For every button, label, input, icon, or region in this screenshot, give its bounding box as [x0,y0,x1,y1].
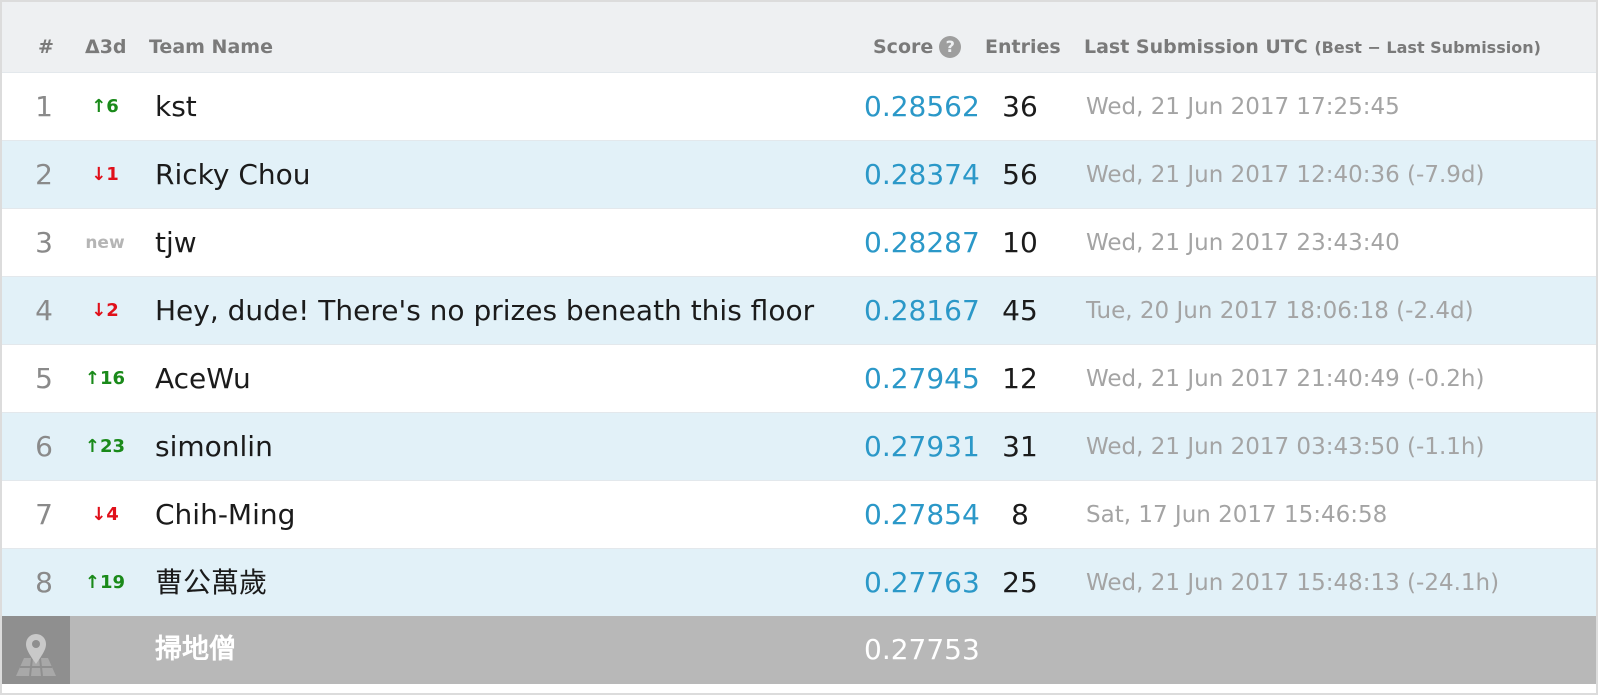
team-name-link[interactable]: Hey, dude! There's no prizes beneath thi… [155,277,814,345]
rank-cell: 8 [35,566,53,599]
table-row[interactable]: 4 ↓2 Hey, dude! There's no prizes beneat… [2,276,1596,344]
map-pin-icon [2,616,70,684]
entries-cell: 36 [1002,90,1038,123]
score-column-header[interactable]: Score ? [873,36,962,58]
threshold-score: 0.27753 [864,633,980,666]
entries-cell: 45 [1002,294,1038,327]
table-row[interactable]: 6 ↑23 simonlin 0.27931 31 Wed, 21 Jun 20… [2,412,1596,480]
rank-change-badge: ↑23 [84,436,126,457]
team-name-link[interactable]: AceWu [155,345,251,413]
help-icon[interactable]: ? [939,36,962,58]
team-name-link[interactable]: simonlin [155,413,273,481]
rank-cell: 3 [35,226,53,259]
table-row[interactable]: 2 ↓1 Ricky Chou 0.28374 56 Wed, 21 Jun 2… [2,140,1596,208]
rank-change-badge: ↓2 [91,300,119,321]
team-name-column-header[interactable]: Team Name [149,36,273,58]
last-submission-cell: Sat, 17 Jun 2017 15:46:58 [1086,502,1388,528]
score-cell: 0.28167 [864,294,980,327]
table-row[interactable]: 1 ↑6 kst 0.28562 36 Wed, 21 Jun 2017 17:… [2,72,1596,140]
team-name-link[interactable]: tjw [155,209,197,277]
rank-cell: 4 [35,294,53,327]
entries-cell: 12 [1002,362,1038,395]
rank-cell: 7 [35,498,53,531]
rank-change-badge: ↑16 [84,368,126,389]
score-cell: 0.27931 [864,430,980,463]
table-row[interactable]: 8 ↑19 曹公萬歲 0.27763 25 Wed, 21 Jun 2017 1… [2,548,1596,616]
threshold-team-name: 掃地僧 [155,634,236,665]
entries-column-header[interactable]: Entries [985,36,1061,58]
entries-cell: 56 [1002,158,1038,191]
rank-change-badge: ↑6 [91,96,119,117]
entries-cell: 25 [1002,566,1038,599]
rank-change-badge: ↓1 [91,164,119,185]
rank-change-badge: ↑19 [84,572,126,593]
table-row[interactable]: 3 new tjw 0.28287 10 Wed, 21 Jun 2017 23… [2,208,1596,276]
score-cell: 0.28287 [864,226,980,259]
last-submission-header-label: Last Submission UTC [1084,36,1308,58]
entries-cell: 31 [1002,430,1038,463]
leaderboard-header: # Δ3d Team Name Score ? Entries Last Sub… [2,2,1596,72]
delta-column-header[interactable]: Δ3d [85,36,127,58]
team-name-link[interactable]: Chih-Ming [155,481,295,549]
last-submission-cell: Wed, 21 Jun 2017 23:43:40 [1086,230,1400,256]
last-submission-cell: Wed, 21 Jun 2017 17:25:45 [1086,94,1400,120]
team-name-link[interactable]: kst [155,73,197,141]
last-submission-cell: Wed, 21 Jun 2017 15:48:13 (-24.1h) [1086,570,1500,596]
threshold-row: 掃地僧 0.27753 [2,616,1596,684]
table-row[interactable]: 7 ↓4 Chih-Ming 0.27854 8 Sat, 17 Jun 201… [2,480,1596,548]
last-submission-cell: Tue, 20 Jun 2017 18:06:18 (-2.4d) [1086,298,1474,324]
score-cell: 0.28562 [864,90,980,123]
last-submission-column-header[interactable]: Last Submission UTC (Best − Last Submiss… [1084,36,1541,58]
last-submission-cell: Wed, 21 Jun 2017 03:43:50 (-1.1h) [1086,434,1485,460]
last-submission-header-sublabel: (Best − Last Submission) [1314,38,1541,57]
entries-cell: 8 [1011,498,1029,531]
score-cell: 0.27945 [864,362,980,395]
rank-change-badge: ↓4 [91,504,119,525]
rank-column-header[interactable]: # [38,36,54,58]
team-name-link[interactable]: Ricky Chou [155,141,311,209]
last-submission-cell: Wed, 21 Jun 2017 21:40:49 (-0.2h) [1086,366,1485,392]
rank-change-badge: new [85,233,125,253]
score-cell: 0.28374 [864,158,980,191]
rank-cell: 6 [35,430,53,463]
score-cell: 0.27763 [864,566,980,599]
team-name-link[interactable]: 曹公萬歲 [155,549,267,617]
table-row[interactable]: 5 ↑16 AceWu 0.27945 12 Wed, 21 Jun 2017 … [2,344,1596,412]
entries-cell: 10 [1002,226,1038,259]
score-cell: 0.27854 [864,498,980,531]
rank-cell: 1 [35,90,53,123]
rank-cell: 2 [35,158,53,191]
last-submission-cell: Wed, 21 Jun 2017 12:40:36 (-7.9d) [1086,162,1485,188]
leaderboard: # Δ3d Team Name Score ? Entries Last Sub… [0,0,1598,695]
score-header-label: Score [873,36,934,58]
rank-cell: 5 [35,362,53,395]
